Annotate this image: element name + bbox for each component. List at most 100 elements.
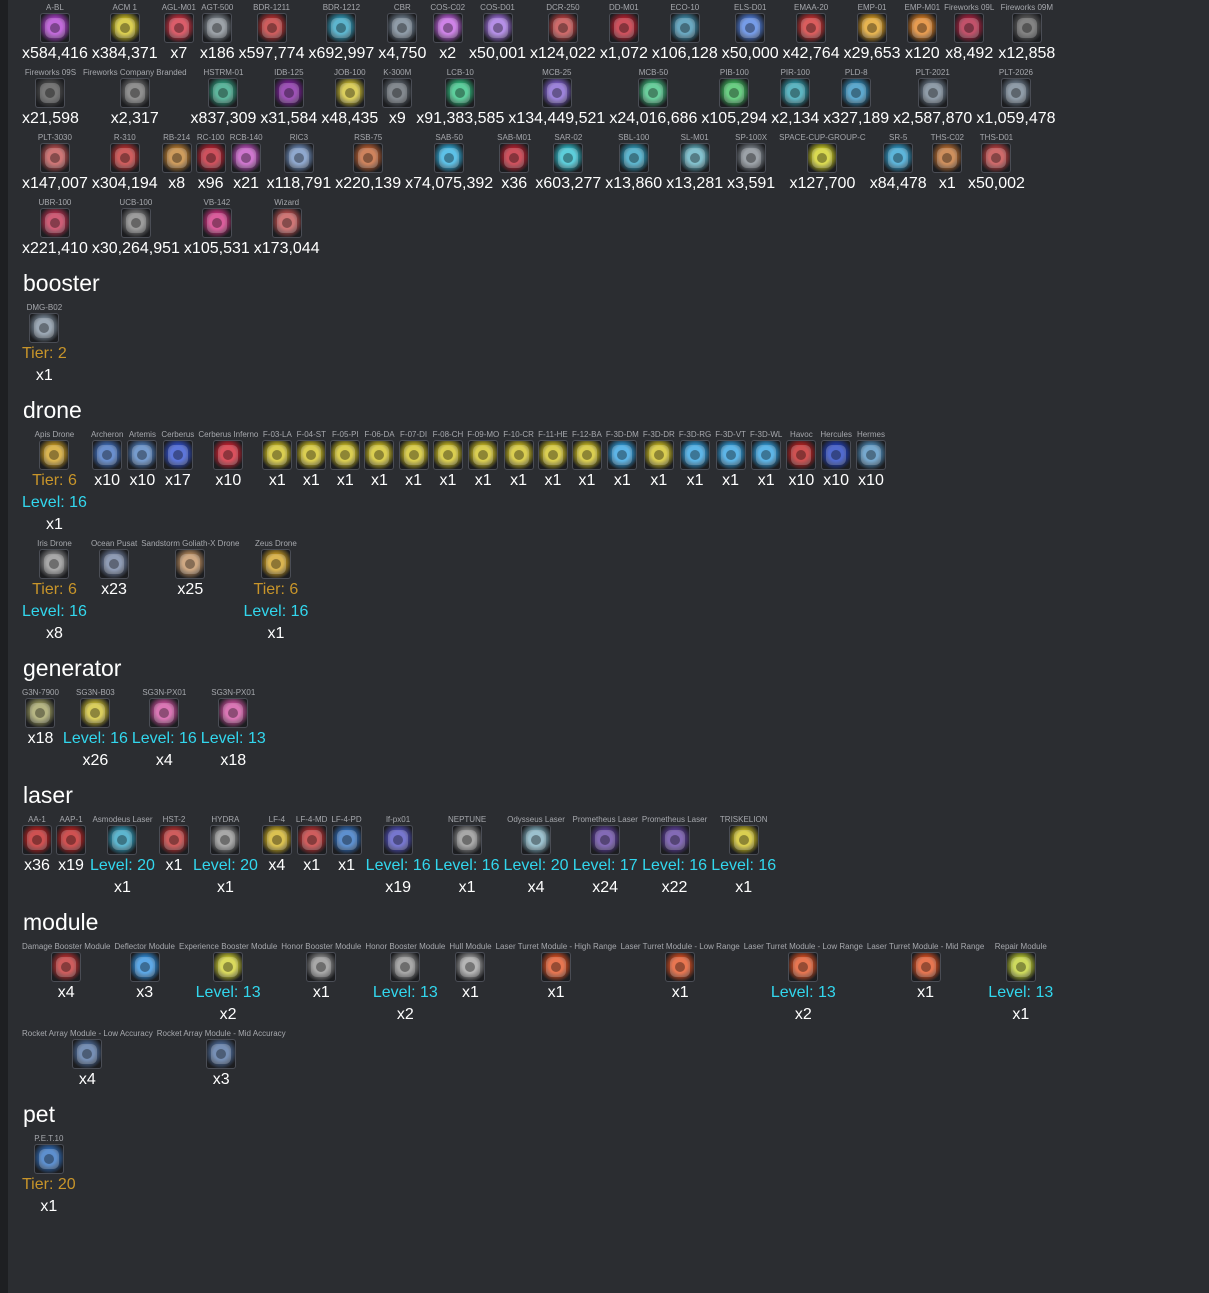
inventory-item[interactable]: VB-142 x105,531 <box>182 195 252 260</box>
lf-px01-icon[interactable] <box>383 825 414 855</box>
inventory-item[interactable]: Fireworks 09M x12,858 <box>996 0 1057 65</box>
pib-100-icon[interactable] <box>719 78 750 108</box>
hydra-icon[interactable] <box>210 825 241 855</box>
inventory-item[interactable]: ECO-10 x106,128 <box>650 0 720 65</box>
idb-125-icon[interactable] <box>273 78 304 108</box>
inventory-item[interactable]: PLT-3030 x147,007 <box>20 130 90 195</box>
lf-4-icon[interactable] <box>261 825 292 855</box>
experience-booster-module-icon[interactable] <box>213 952 244 982</box>
inventory-item[interactable]: Iris Drone Tier: 6 Level: 16 x8 <box>20 536 89 645</box>
job-100-icon[interactable] <box>334 78 365 108</box>
wizard-icon[interactable] <box>271 208 302 238</box>
inventory-item[interactable]: Archeron x10 <box>89 427 125 492</box>
triskelion-icon[interactable] <box>728 825 759 855</box>
f-06-da-icon[interactable] <box>364 440 395 470</box>
inventory-item[interactable]: SP-100X x3,591 <box>725 130 777 195</box>
repair-module-icon[interactable] <box>1005 952 1036 982</box>
lf-4-md-icon[interactable] <box>296 825 327 855</box>
inventory-item[interactable]: K-300M x9 <box>380 65 414 130</box>
f-3d-dr-icon[interactable] <box>643 440 674 470</box>
inventory-item[interactable]: UCB-100 x30,264,951 <box>90 195 182 260</box>
hercules-icon[interactable] <box>821 440 852 470</box>
inventory-item[interactable]: Cerberus x17 <box>159 427 196 492</box>
plt-2021-icon[interactable] <box>917 78 948 108</box>
cbr-icon[interactable] <box>387 13 418 43</box>
inventory-item[interactable]: LF-4-PD x1 <box>329 812 363 877</box>
iris-drone-icon[interactable] <box>39 549 70 579</box>
inventory-item[interactable]: G3N-7900 x18 <box>20 685 61 750</box>
inventory-item[interactable]: DD-M01 x1,072 <box>598 0 650 65</box>
lcb-10-icon[interactable] <box>445 78 476 108</box>
inventory-item[interactable]: Prometheus Laser Level: 16 x22 <box>640 812 709 899</box>
inventory-item[interactable]: EMP-01 x29,653 <box>842 0 903 65</box>
inventory-item[interactable]: F-06-DA x1 <box>362 427 396 492</box>
inventory-item[interactable]: F-05-PI x1 <box>328 427 362 492</box>
f-12-ba-icon[interactable] <box>571 440 602 470</box>
inventory-item[interactable]: ACM 1 x384,371 <box>90 0 160 65</box>
inventory-item[interactable]: LCB-10 x91,383,585 <box>414 65 506 130</box>
inventory-item[interactable]: A-BL x584,416 <box>20 0 90 65</box>
inventory-item[interactable]: SPACE-CUP-GROUP-C x127,700 <box>777 130 868 195</box>
inventory-item[interactable]: MCB-25 x134,449,521 <box>506 65 607 130</box>
sar-02-icon[interactable] <box>553 143 584 173</box>
plt-3030-icon[interactable] <box>39 143 70 173</box>
pld-8-icon[interactable] <box>841 78 872 108</box>
inventory-item[interactable]: HSTRM-01 x837,309 <box>189 65 259 130</box>
hstrm-01-icon[interactable] <box>208 78 239 108</box>
inventory-item[interactable]: AGL-M01 x7 <box>160 0 198 65</box>
hull-module-icon[interactable] <box>455 952 486 982</box>
inventory-item[interactable]: PLD-8 x327,189 <box>821 65 891 130</box>
inventory-item[interactable]: Prometheus Laser Level: 17 x24 <box>570 812 639 899</box>
artemis-icon[interactable] <box>127 440 158 470</box>
inventory-item[interactable]: Cerberus Inferno x10 <box>196 427 260 492</box>
rcb-140-icon[interactable] <box>231 143 262 173</box>
agl-m01-icon[interactable] <box>163 13 194 43</box>
inventory-item[interactable]: EMAA-20 x42,764 <box>781 0 842 65</box>
inventory-item[interactable]: Fireworks 09S x21,598 <box>20 65 81 130</box>
inventory-item[interactable]: R-310 x304,194 <box>90 130 160 195</box>
inventory-item[interactable]: SG3N-PX01 Level: 13 x18 <box>199 685 268 772</box>
inventory-item[interactable]: Honor Booster Module Level: 13 x2 <box>363 939 447 1026</box>
inventory-item[interactable]: SG3N-B03 Level: 16 x26 <box>61 685 130 772</box>
inventory-item[interactable]: TRISKELION Level: 16 x1 <box>709 812 778 899</box>
cerberus-icon[interactable] <box>162 440 193 470</box>
damage-booster-module-icon[interactable] <box>51 952 82 982</box>
dd-m01-icon[interactable] <box>608 13 639 43</box>
inventory-item[interactable]: Sandstorm Goliath-X Drone x25 <box>139 536 241 601</box>
f-09-mo-icon[interactable] <box>468 440 499 470</box>
rocket-array-module-mid-accuracy-icon[interactable] <box>206 1039 237 1069</box>
sg3n-px01-icon[interactable] <box>218 698 249 728</box>
inventory-item[interactable]: SAB-50 x74,075,392 <box>403 130 495 195</box>
apis-drone-icon[interactable] <box>39 440 70 470</box>
inventory-item[interactable]: Hercules x10 <box>818 427 854 492</box>
inventory-item[interactable]: F-07-DI x1 <box>397 427 431 492</box>
inventory-item[interactable]: F-3D-RG x1 <box>677 427 713 492</box>
inventory-item[interactable]: BDR-1212 x692,997 <box>306 0 376 65</box>
agt-500-icon[interactable] <box>202 13 233 43</box>
inventory-item[interactable]: Laser Turret Module - Low Range x1 <box>619 939 742 1004</box>
inventory-item[interactable]: COS-C02 x2 <box>428 0 467 65</box>
bdr-1211-icon[interactable] <box>256 13 287 43</box>
inventory-item[interactable]: AAP-1 x19 <box>54 812 88 877</box>
lf-4-pd-icon[interactable] <box>331 825 362 855</box>
inventory-item[interactable]: LF-4 x4 <box>260 812 294 877</box>
sandstorm-goliath-x-drone-icon[interactable] <box>175 549 206 579</box>
inventory-item[interactable]: AGT-500 x186 <box>198 0 237 65</box>
inventory-item[interactable]: SR-5 x84,478 <box>868 130 929 195</box>
inventory-item[interactable]: Rocket Array Module - Low Accuracy x4 <box>20 1026 155 1091</box>
inventory-item[interactable]: Deflector Module x3 <box>113 939 177 1004</box>
inventory-item[interactable]: PIB-100 x105,294 <box>699 65 769 130</box>
inventory-item[interactable]: F-12-BA x1 <box>570 427 604 492</box>
inventory-item[interactable]: SL-M01 x13,281 <box>664 130 725 195</box>
neptune-icon[interactable] <box>452 825 483 855</box>
inventory-item[interactable]: Zeus Drone Tier: 6 Level: 16 x1 <box>241 536 310 645</box>
inventory-item[interactable]: BDR-1211 x597,774 <box>237 0 307 65</box>
inventory-item[interactable]: NEPTUNE Level: 16 x1 <box>433 812 502 899</box>
f-3d-rg-icon[interactable] <box>680 440 711 470</box>
emp-m01-icon[interactable] <box>907 13 938 43</box>
inventory-item[interactable]: F-3D-DM x1 <box>604 427 641 492</box>
sg3n-b03-icon[interactable] <box>80 698 111 728</box>
inventory-item[interactable]: UBR-100 x221,410 <box>20 195 90 260</box>
f-3d-dm-icon[interactable] <box>607 440 638 470</box>
dcr-250-icon[interactable] <box>547 13 578 43</box>
